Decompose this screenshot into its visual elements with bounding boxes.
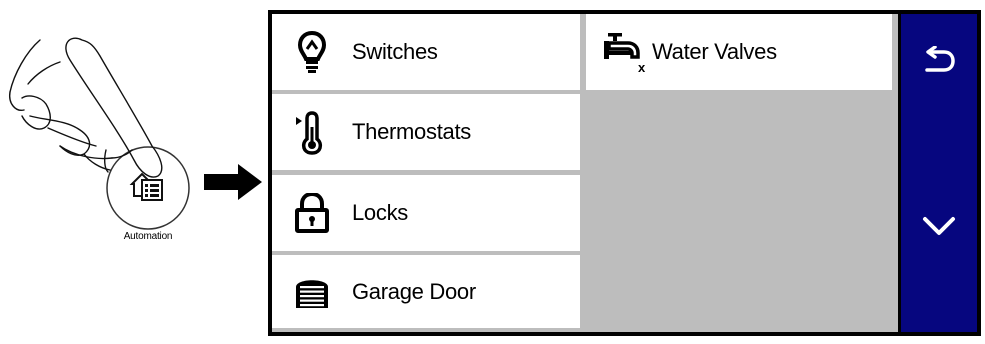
garage-door-icon: [272, 255, 352, 328]
menu-item-water-valves[interactable]: x Water Valves: [586, 14, 892, 90]
menu-item-garage-door[interactable]: Garage Door: [272, 255, 580, 328]
menu-item-switches[interactable]: Switches: [272, 14, 580, 90]
lightbulb-icon: [272, 14, 352, 90]
arrow-right-icon: [204, 164, 262, 200]
device-screen: Switches Thermostats Locks Garage Door x…: [268, 10, 981, 336]
padlock-icon: [272, 175, 352, 251]
thermometer-icon: [272, 94, 352, 170]
automation-app-label: Automation: [123, 231, 173, 242]
locks-label: Locks: [352, 200, 408, 225]
sidebar-nav: [901, 14, 977, 332]
back-button[interactable]: [901, 20, 977, 100]
back-arrow-icon: [925, 46, 955, 72]
water-valve-icon: x: [586, 14, 652, 90]
tap-illustration: Automation: [0, 0, 270, 339]
scroll-down-button[interactable]: [901, 186, 977, 266]
thermostats-label: Thermostats: [352, 119, 471, 144]
menu-item-thermostats[interactable]: Thermostats: [272, 94, 580, 170]
water-valves-label: Water Valves: [652, 39, 777, 64]
garage-door-label: Garage Door: [352, 278, 476, 304]
chevron-down-icon: [923, 217, 955, 235]
menu-item-locks[interactable]: Locks: [272, 175, 580, 251]
svg-text:x: x: [638, 60, 646, 74]
automation-menu: Switches Thermostats Locks Garage Door x…: [272, 14, 898, 332]
switches-label: Switches: [352, 39, 438, 64]
